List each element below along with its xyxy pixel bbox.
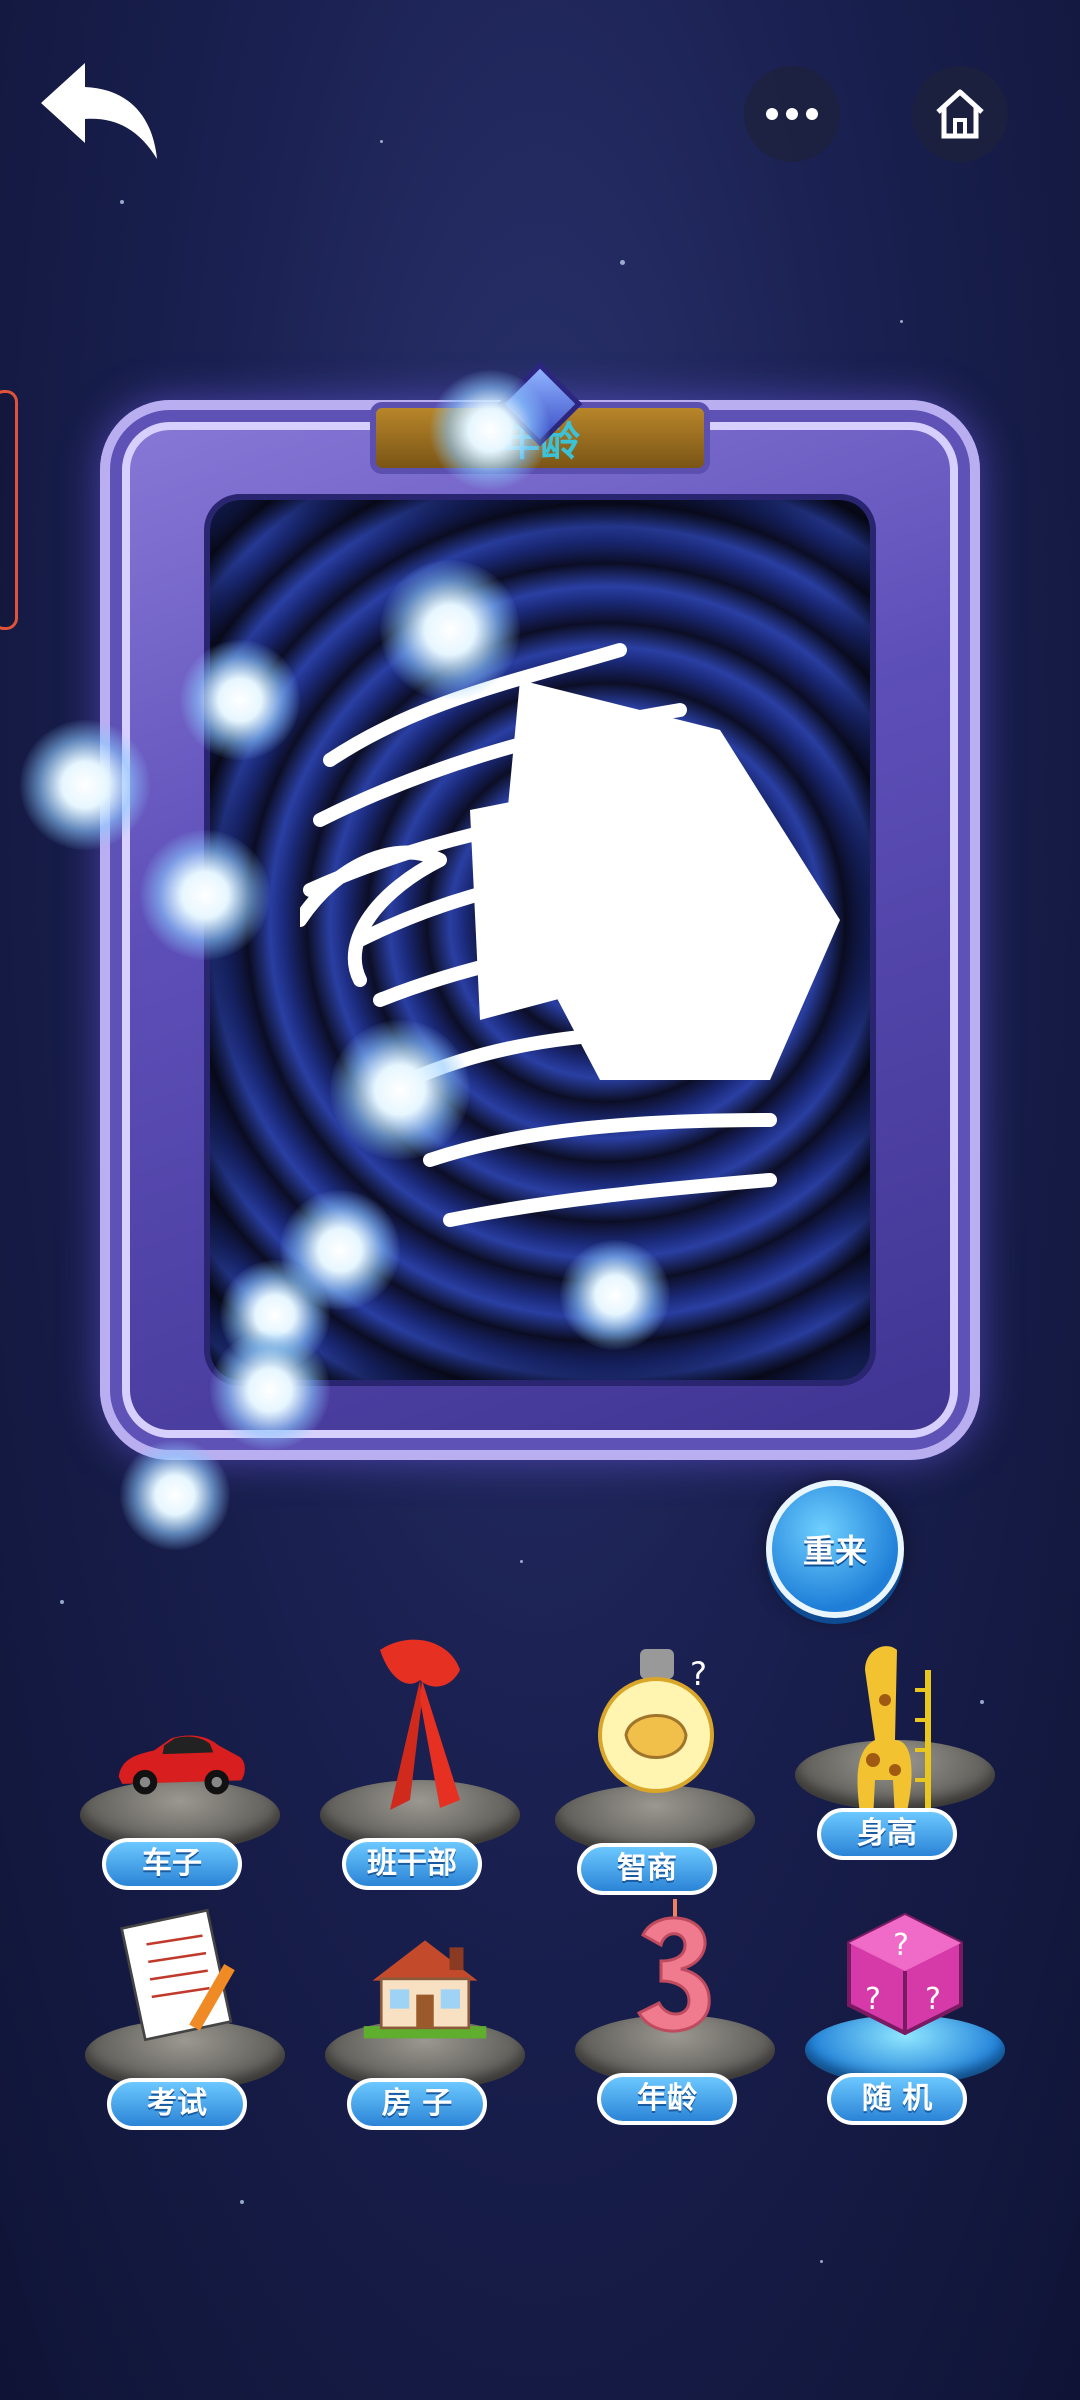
category-height[interactable]: 身高 <box>785 1630 1005 1860</box>
category-label: 考试 <box>107 2078 247 2130</box>
category-label: 随 机 <box>827 2073 967 2125</box>
sparkle-effect <box>430 370 550 490</box>
category-label: 班干部 <box>342 1838 482 1890</box>
sparkle-effect <box>380 560 520 700</box>
giraffe-icon <box>825 1630 965 1830</box>
more-options-button[interactable] <box>744 66 840 162</box>
back-arrow-icon <box>41 63 157 159</box>
svg-text:?: ? <box>893 1928 909 1963</box>
category-class-leader[interactable]: 班干部 <box>310 1639 530 1890</box>
svg-text:?: ? <box>925 1982 941 2017</box>
category-iq[interactable]: ? 智商 <box>545 1649 765 1895</box>
category-label: 身高 <box>817 1808 957 1860</box>
side-tab[interactable] <box>0 390 18 630</box>
sparkle-effect <box>210 1330 330 1450</box>
lightbulb-brain-icon: ? <box>585 1649 725 1815</box>
restart-button[interactable]: 重来 <box>766 1480 904 1618</box>
sparkle-effect <box>20 720 150 850</box>
house-icon <box>355 1900 495 2050</box>
category-car[interactable]: 车子 <box>70 1660 290 1890</box>
car-icon <box>110 1660 250 1810</box>
sparkle-effect <box>140 830 270 960</box>
home-icon <box>936 89 984 139</box>
category-label: 车子 <box>102 1838 242 1890</box>
red-scarf-icon <box>350 1639 490 1810</box>
svg-text:?: ? <box>690 1655 707 1693</box>
category-house[interactable]: 房 子 <box>315 1900 535 2130</box>
sparkle-effect <box>330 1020 470 1160</box>
sparkle-effect <box>180 640 300 760</box>
category-label: 智商 <box>577 1843 717 1895</box>
number-3-candle-icon <box>605 1895 745 2045</box>
more-dots-icon <box>766 108 818 120</box>
exam-paper-icon <box>115 1900 255 2050</box>
scratch-marks <box>300 643 840 1227</box>
back-button[interactable] <box>30 50 170 170</box>
home-button[interactable] <box>912 66 1008 162</box>
svg-text:?: ? <box>865 1982 881 2017</box>
category-label: 房 子 <box>347 2078 487 2130</box>
category-age[interactable]: 年龄 <box>565 1895 785 2125</box>
category-label: 年龄 <box>597 2073 737 2125</box>
sparkle-effect <box>560 1240 670 1350</box>
category-exam[interactable]: 考试 <box>75 1900 295 2130</box>
random-dice-icon: ? ? ? <box>835 1895 975 2045</box>
category-random[interactable]: ? ? ? 随 机 <box>795 1895 1015 2125</box>
sparkle-effect <box>120 1440 230 1550</box>
